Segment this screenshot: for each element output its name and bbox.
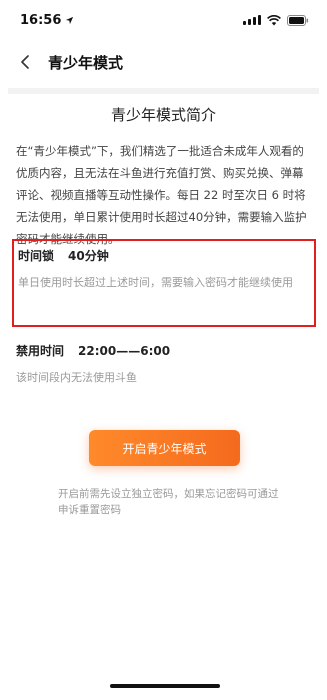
intro-title: 青少年模式简介 [110,106,216,124]
page-title: 青少年模式 [48,53,124,72]
cellular-signal-icon [243,15,261,25]
footnote: 开启前需先设立独立密码，如果忘记密码可通过申诉重置密码 [58,488,279,516]
time-lock-row: 时间锁 40分钟 [18,247,310,264]
status-time: 16:56 [20,13,74,28]
enable-youth-mode-button[interactable]: 开启青少年模式 [89,430,240,466]
nav-bar: 青少年模式 [0,42,327,82]
intro-body: 在“青少年模式”下，我们精选了一批适合未成年人观看的优质内容，且无法在斗鱼进行充… [16,144,307,246]
time-lock-section: 时间锁 40分钟 单日使用时长超过上述时间，需要输入密码才能继续使用 [12,239,316,327]
time-lock-value: 40分钟 [68,249,109,263]
section-divider [8,88,319,94]
status-time-text: 16:56 [20,12,62,28]
ban-time-row: 禁用时间 22:00——6:00 [16,342,312,359]
chevron-left-icon [21,55,29,69]
ban-time-value: 22:00——6:00 [78,344,171,358]
home-indicator[interactable] [110,684,220,688]
location-arrow-icon [66,16,74,24]
time-lock-label: 时间锁 [18,249,55,263]
ban-time-label: 禁用时间 [16,344,65,358]
battery-icon [287,14,309,26]
ban-time-description: 该时间段内无法使用斗鱼 [16,371,137,384]
wifi-icon [267,14,281,25]
time-lock-description: 单日使用时长超过上述时间，需要输入密码才能继续使用 [18,276,293,289]
status-icons [243,14,309,26]
ban-time-section: 禁用时间 22:00——6:00 该时间段内无法使用斗鱼 [16,342,312,385]
back-button[interactable] [14,51,36,73]
screen: 16:56 青少年模式 青少年模式简介 在“青少年模式”下，我们精选了一批适合未… [0,0,327,700]
status-bar: 16:56 [0,0,327,40]
